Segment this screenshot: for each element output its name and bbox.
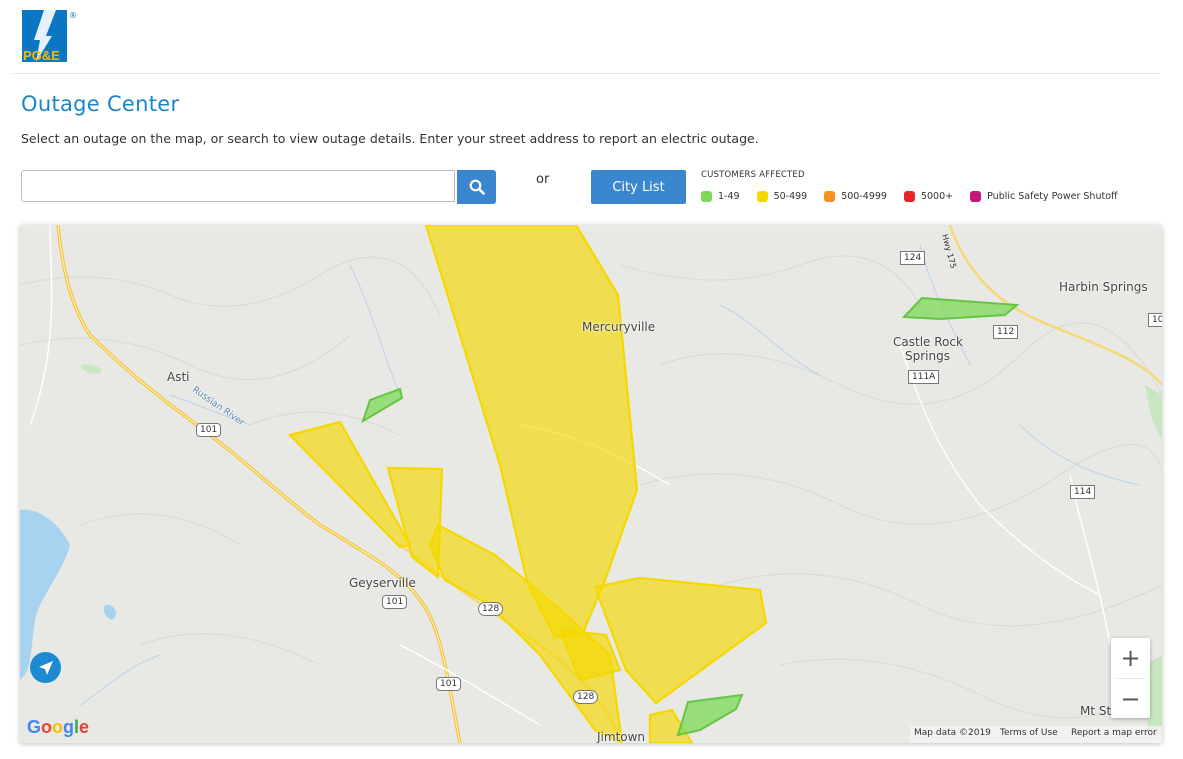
zoom-out-button[interactable]: −: [1111, 679, 1150, 719]
map-data-attribution: Map data ©2019: [914, 728, 991, 738]
page-title: Outage Center: [21, 92, 180, 116]
google-logo[interactable]: Google: [27, 717, 89, 738]
legend-item-1-49: 1-49: [701, 191, 740, 202]
page-subtitle: Select an outage on the map, or search t…: [21, 131, 759, 146]
legend-item-50-499: 50-499: [756, 191, 808, 202]
legend-swatch: [970, 191, 982, 202]
legend-label: Public Safety Power Shutoff: [987, 191, 1118, 202]
road-shield-111a: 111A: [908, 370, 940, 384]
address-search-input[interactable]: [21, 170, 455, 202]
road-shield-101: 101: [382, 595, 408, 609]
road-shield-128: 128: [573, 690, 599, 704]
road-shield-114: 114: [1070, 485, 1096, 499]
header-divider: [12, 73, 1160, 74]
legend-swatch: [824, 191, 836, 202]
map-label-castle-rock: Castle Rock: [893, 335, 963, 349]
map-label-jimtown: Jimtown: [597, 730, 646, 743]
map-canvas[interactable]: [20, 225, 1162, 743]
legend-item-psps: Public Safety Power Shutoff: [970, 191, 1118, 202]
legend: 1-49 50-499 500-4999 5000+ Public Safety…: [701, 191, 1135, 202]
road-shield-128: 128: [478, 602, 504, 616]
legend-swatch: [903, 191, 915, 202]
logo-text: PG&E: [23, 48, 60, 62]
zoom-in-button[interactable]: +: [1111, 638, 1150, 678]
legend-label: 50-499: [773, 191, 808, 202]
legend-swatch: [701, 191, 712, 202]
legend-swatch: [756, 191, 768, 202]
page-header: PG&E ®: [0, 0, 1183, 74]
legend-label: 500-4999: [841, 191, 887, 202]
road-shield-101: 101: [436, 677, 462, 691]
map-label-asti: Asti: [167, 370, 190, 384]
city-list-button[interactable]: City List: [591, 170, 686, 204]
map-label-mercuryville: Mercuryville: [582, 320, 656, 334]
search-button[interactable]: [457, 170, 496, 204]
legend-item-500-4999: 500-4999: [824, 191, 887, 202]
outage-map[interactable]: Mercuryville Harbin Springs Castle Rock …: [20, 225, 1162, 743]
my-location-button[interactable]: [30, 652, 61, 683]
pge-logo[interactable]: PG&E: [22, 10, 67, 63]
terms-of-use-link[interactable]: Terms of Use: [1000, 728, 1058, 738]
legend-item-5000-plus: 5000+: [903, 191, 954, 202]
legend-label: 5000+: [920, 191, 954, 202]
report-map-error-link[interactable]: Report a map error: [1071, 728, 1157, 738]
road-shield-10: 10: [1148, 313, 1162, 327]
legend-label: 1-49: [718, 191, 740, 202]
zoom-control: + −: [1111, 638, 1150, 718]
legend-title: CUSTOMERS AFFECTED: [701, 170, 805, 180]
map-label-mt-st: Mt St: [1080, 704, 1112, 718]
road-shield-124: 124: [900, 251, 926, 265]
navigation-arrow-icon: [38, 660, 53, 675]
road-shield-101: 101: [196, 423, 222, 437]
map-label-harbin-springs: Harbin Springs: [1059, 280, 1148, 294]
search-icon: [469, 179, 485, 195]
map-label-geyserville: Geyserville: [349, 576, 416, 590]
registered-mark: ®: [69, 11, 77, 20]
map-label-springs: Springs: [905, 349, 950, 363]
road-shield-112: 112: [993, 325, 1019, 339]
or-separator: or: [536, 172, 550, 187]
